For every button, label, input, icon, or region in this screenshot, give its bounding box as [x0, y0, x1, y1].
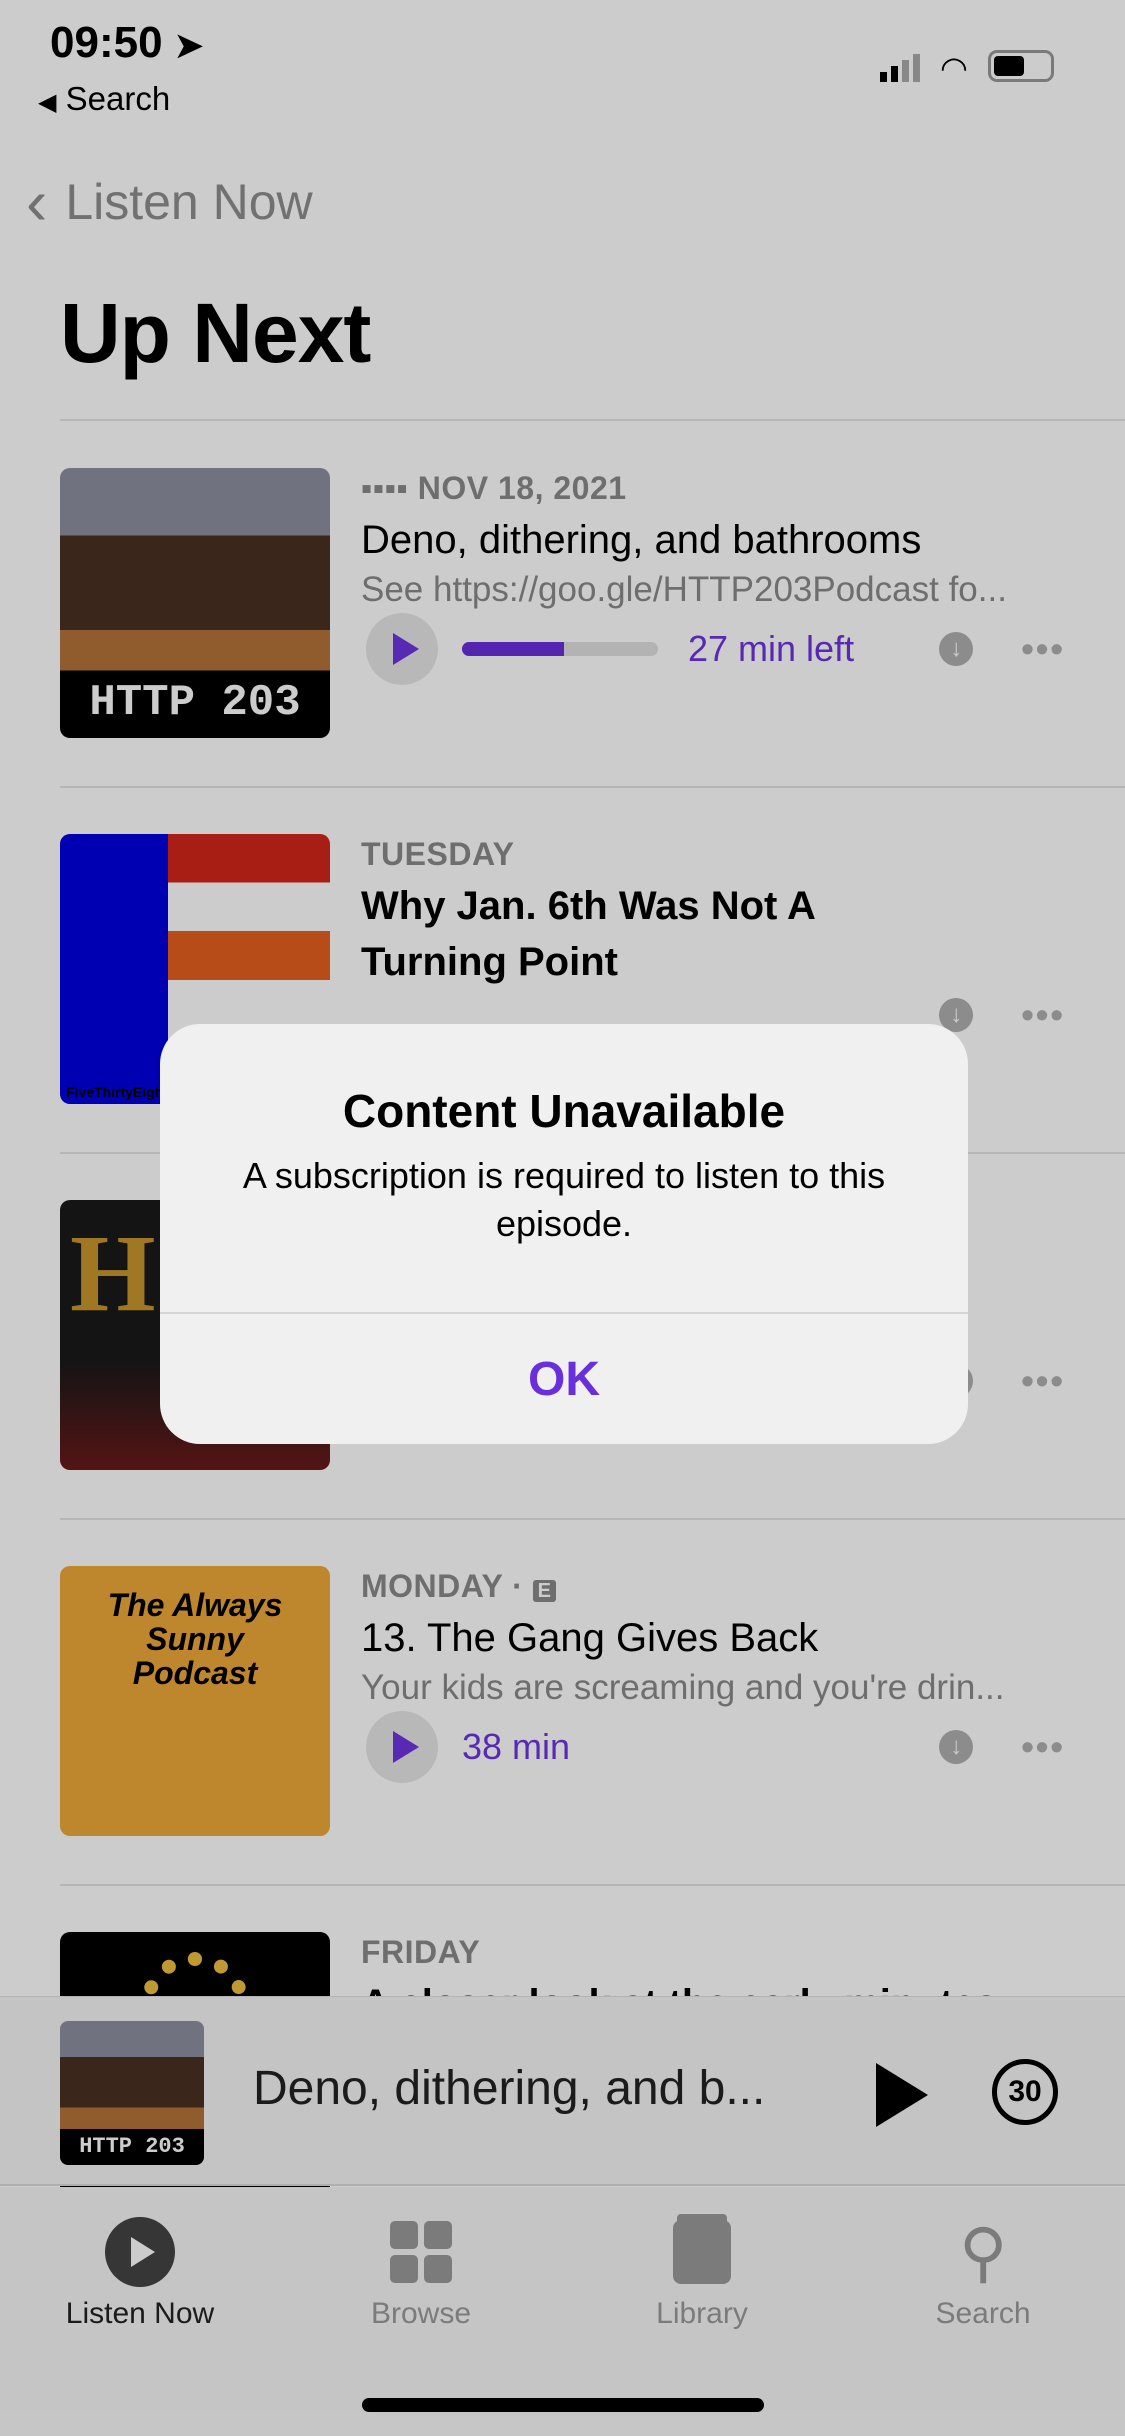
alert-title: Content Unavailable: [342, 1085, 786, 1137]
ok-button[interactable]: OK: [160, 1314, 968, 1444]
alert-message: A subscription is required to listen to …: [242, 1155, 886, 1244]
home-indicator[interactable]: [362, 2398, 764, 2412]
alert-dialog: Content Unavailable A subscription is re…: [160, 1024, 968, 1444]
